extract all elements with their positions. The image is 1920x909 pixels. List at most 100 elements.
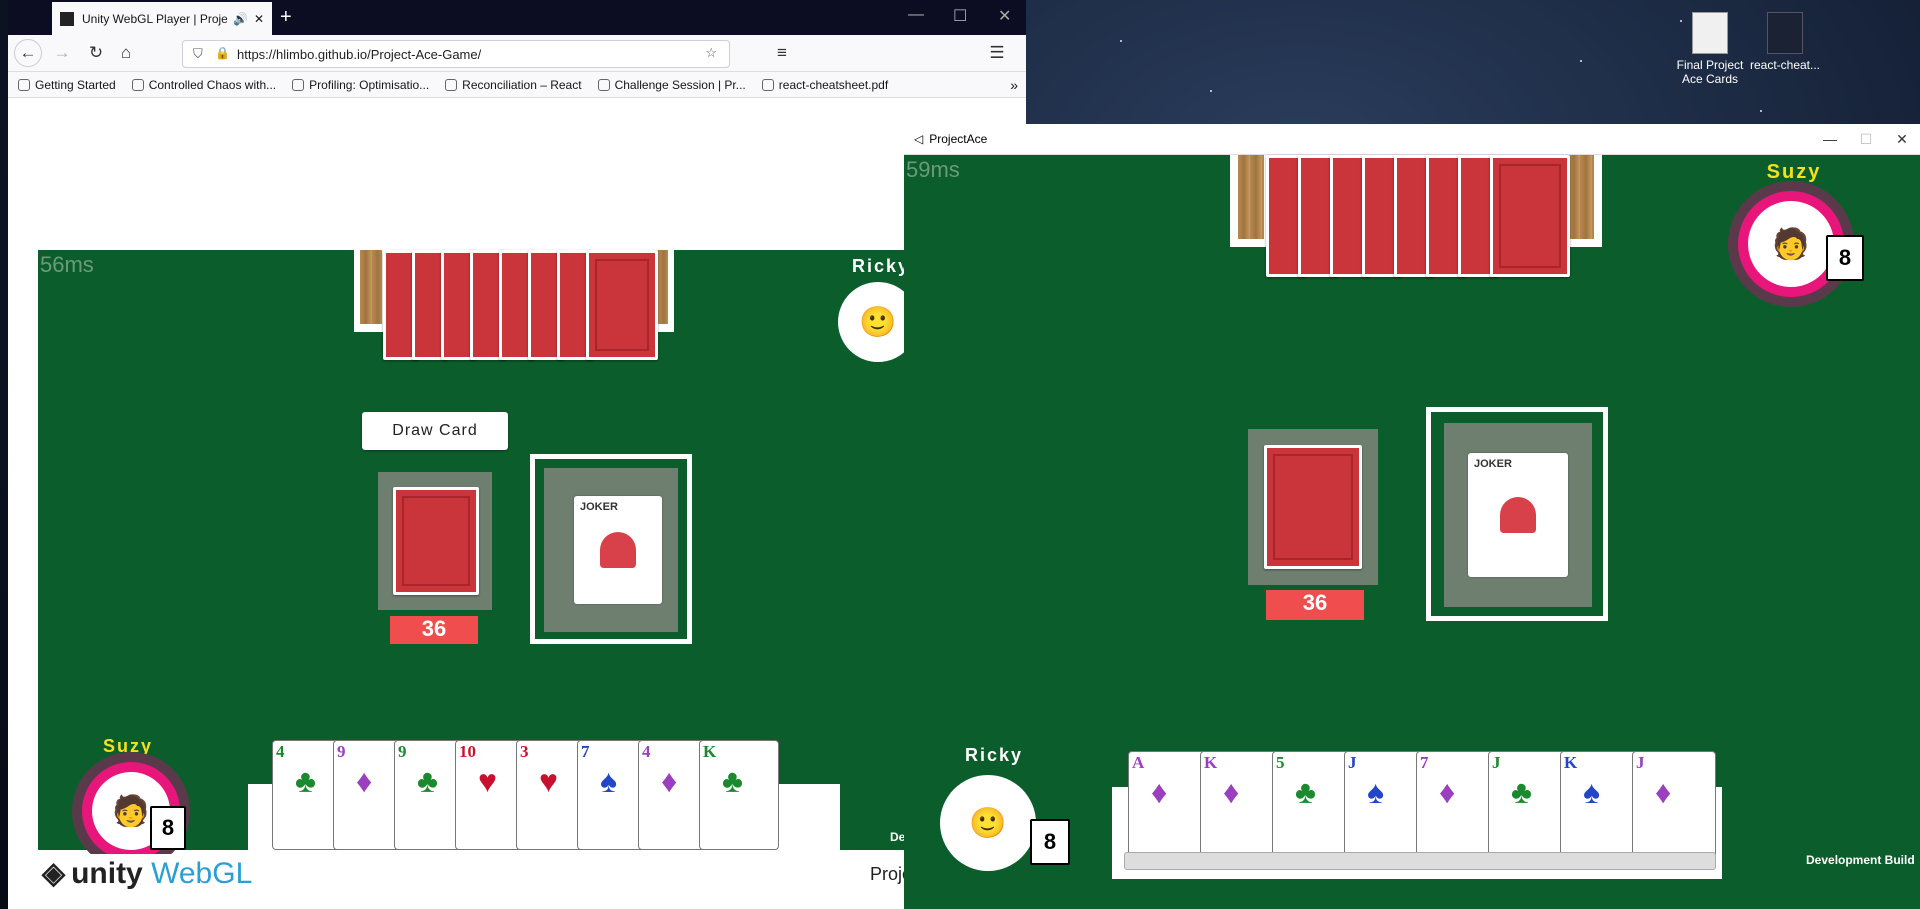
card-suit-icon: ♥ xyxy=(539,763,558,799)
card-rank: 3 xyxy=(520,742,529,761)
speaker-icon[interactable]: 🔊 xyxy=(233,12,248,26)
bookmark-label: Challenge Session | Pr... xyxy=(614,77,746,92)
card-suit-icon: ♣ xyxy=(417,763,438,799)
bookmark-item[interactable]: react-cheatsheet.pdf xyxy=(761,77,889,92)
draw-deck-card[interactable] xyxy=(393,487,479,595)
wood-rail xyxy=(360,250,382,324)
card-suit-icon: ♦ xyxy=(356,763,373,799)
library-icon[interactable]: ≡ xyxy=(768,39,796,67)
hand-card[interactable]: K ♣ xyxy=(699,740,779,850)
card-suit-icon: ♥ xyxy=(478,763,497,799)
pdf-icon xyxy=(761,78,774,91)
bookmark-favicon-icon xyxy=(292,78,305,91)
bookmark-label: Controlled Chaos with... xyxy=(148,77,277,92)
card-rank: J xyxy=(1348,753,1357,772)
bookmark-label: Reconciliation – React xyxy=(462,77,582,92)
draw-deck-card[interactable] xyxy=(1264,445,1362,569)
maximize-icon[interactable]: ☐ xyxy=(953,6,967,26)
bookmark-label: react-cheatsheet.pdf xyxy=(778,77,889,92)
bookmarks-toolbar: Getting Started Controlled Chaos with...… xyxy=(8,72,1026,98)
card-suit-icon: ♠ xyxy=(1583,774,1600,810)
url-bar[interactable]: ⛉ 🔒 https://hlimbo.github.io/Project-Ace… xyxy=(182,40,730,68)
card-rank: 10 xyxy=(459,742,476,761)
bookmark-item[interactable]: Controlled Chaos with... xyxy=(131,77,277,92)
tab-strip: Unity WebGL Player | Proje 🔊 ✕ + — ☐ ✕ xyxy=(8,0,1026,35)
bookmark-star-icon[interactable]: ☆ xyxy=(705,45,717,61)
overflow-chevron-icon[interactable]: » xyxy=(1010,77,1018,93)
card-suit-icon: ♦ xyxy=(1439,774,1456,810)
maximize-icon[interactable]: ☐ xyxy=(1848,131,1884,148)
wood-rail xyxy=(1238,155,1264,239)
minimize-icon[interactable]: — xyxy=(908,6,924,24)
bookmark-label: Profiling: Optimisatio... xyxy=(309,77,430,92)
menu-icon[interactable]: ☰ xyxy=(983,39,1011,67)
unity-logo: ◈ unity WebGL xyxy=(42,857,253,890)
star xyxy=(1580,60,1582,62)
card-rank: 7 xyxy=(1420,753,1429,772)
player-name: Ricky xyxy=(964,745,1024,765)
card-suit-icon: ♠ xyxy=(1367,774,1384,810)
deck-count: 36 xyxy=(390,616,478,644)
desktop-icon-react-cheat[interactable]: react-cheat... xyxy=(1740,12,1830,72)
close-window-icon[interactable]: ✕ xyxy=(1884,131,1920,148)
deck-count: 36 xyxy=(1266,590,1364,620)
card-rank: J xyxy=(1492,753,1501,772)
close-window-icon[interactable]: ✕ xyxy=(998,6,1011,26)
opponent-card xyxy=(1490,155,1570,277)
game-canvas-right[interactable]: 59ms Suzy 🧑 8 36 JOKER Ricky 🙂 8 A ♦ K ♦ 5 ♣ J… xyxy=(904,155,1920,909)
bookmark-favicon-icon xyxy=(18,78,30,91)
card-suit-icon: ♣ xyxy=(1511,774,1532,810)
home-icon[interactable]: ⌂ xyxy=(112,39,140,67)
joker-card: JOKER xyxy=(1468,453,1568,577)
card-suit-icon: ♦ xyxy=(661,763,678,799)
close-tab-icon[interactable]: ✕ xyxy=(254,12,264,26)
url-text: https://hlimbo.github.io/Project-Ace-Gam… xyxy=(237,46,482,62)
card-suit-icon: ♣ xyxy=(722,763,743,799)
fps-counter: 59ms xyxy=(906,157,960,182)
joker-card: JOKER xyxy=(574,496,662,604)
card-rank: 9 xyxy=(398,742,407,761)
minimize-icon[interactable]: — xyxy=(1812,131,1848,147)
shield-icon: ⛉ xyxy=(193,46,203,61)
folder-icon xyxy=(1692,12,1728,54)
jester-hat-icon xyxy=(600,532,636,568)
card-suit-icon: ♣ xyxy=(1295,774,1316,810)
opponent-card xyxy=(586,250,658,360)
bookmark-label: Getting Started xyxy=(35,77,116,92)
forward-arrow-icon[interactable]: → xyxy=(48,39,76,67)
bookmark-item[interactable]: Challenge Session | Pr... xyxy=(597,77,746,92)
star xyxy=(1210,90,1212,92)
new-tab-button[interactable]: + xyxy=(280,6,292,29)
bookmark-favicon-icon xyxy=(131,78,144,91)
pdf-file-icon xyxy=(1767,12,1803,54)
hand-card[interactable]: J ♦ xyxy=(1632,751,1716,861)
card-suit-icon: ♦ xyxy=(1223,774,1240,810)
card-rank: A xyxy=(1132,753,1145,772)
opponent-card-count: 8 xyxy=(1826,235,1864,281)
card-rank: 9 xyxy=(337,742,346,761)
bookmark-item[interactable]: Profiling: Optimisatio... xyxy=(292,78,429,92)
reload-icon[interactable]: ↻ xyxy=(82,39,110,67)
browser-window: Unity WebGL Player | Proje 🔊 ✕ + — ☐ ✕ ←… xyxy=(8,0,1026,909)
joker-label: JOKER xyxy=(1474,458,1512,470)
tab-title: Unity WebGL Player | Proje xyxy=(82,11,227,26)
draw-card-button[interactable]: Draw Card xyxy=(362,412,508,450)
game-canvas-left[interactable]: 56ms Ricky 🙂 Draw Card 36 JOKER Suzy 🧑 8… xyxy=(38,250,918,860)
hand-scrollbar[interactable] xyxy=(1124,852,1716,870)
player-card-count: 8 xyxy=(1030,819,1070,865)
card-suit-icon: ♦ xyxy=(1151,774,1168,810)
bookmark-favicon-icon xyxy=(597,78,610,91)
bookmark-item[interactable]: Getting Started xyxy=(18,78,116,92)
card-rank: K xyxy=(1564,753,1578,772)
browser-tab[interactable]: Unity WebGL Player | Proje 🔊 ✕ xyxy=(52,2,272,35)
card-rank: 4 xyxy=(276,742,285,761)
star xyxy=(1760,110,1762,112)
lock-icon: 🔒 xyxy=(215,46,230,60)
player-name: Suzy xyxy=(102,736,153,756)
wood-rail xyxy=(1568,155,1594,239)
card-rank: 7 xyxy=(581,742,590,761)
window-titlebar: ◁ ProjectAce — ☐ ✕ xyxy=(904,124,1920,155)
card-rank: J xyxy=(1636,753,1645,772)
bookmark-item[interactable]: Reconciliation – React xyxy=(445,77,582,92)
back-arrow-icon[interactable]: ← xyxy=(14,39,42,67)
